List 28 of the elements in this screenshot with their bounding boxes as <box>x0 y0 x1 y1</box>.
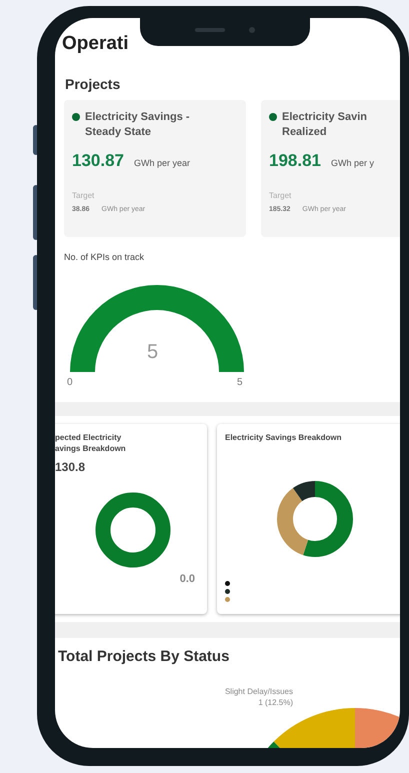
card-title: Realized <box>282 125 328 140</box>
gauge-max-label: 5 <box>237 376 243 390</box>
pie-label: Slight Delay/Issues <box>224 686 293 698</box>
gauge-min-label: 0 <box>67 376 73 390</box>
card-title: Electricity Savin <box>282 110 367 125</box>
target-label: Target <box>72 190 96 202</box>
chart-title: Electricity Savings Breakdown <box>225 432 342 442</box>
chart-title: No. of KPIs on track <box>63 251 146 264</box>
target-label: Target <box>269 190 292 202</box>
chart-value: 130.8 <box>55 458 86 476</box>
card-value: 130.87 <box>72 150 124 172</box>
card-value: 198.81 <box>269 150 321 172</box>
page-title: Operati <box>62 32 129 56</box>
gauge-value: 5 <box>147 340 158 364</box>
card-title: Electricity Savings - <box>85 110 190 125</box>
card-unit: GWh per y <box>331 157 374 170</box>
pie-label: 1 (12.5%) <box>257 696 293 708</box>
camera-icon <box>249 27 255 33</box>
card-title: Steady State <box>85 125 152 140</box>
chart-title: Total Projects By Status <box>58 646 230 666</box>
chart-title: avings Breakdown <box>55 442 127 454</box>
legend-swatch-icon <box>225 588 230 594</box>
legend-swatch-icon <box>225 596 230 602</box>
card-unit: GWh per year <box>134 157 190 170</box>
legend-swatch-icon <box>225 580 230 586</box>
chart-value: 0.0 <box>180 572 195 587</box>
section-title: Projects <box>64 75 122 94</box>
chart-title: pected Electricity <box>55 432 122 442</box>
